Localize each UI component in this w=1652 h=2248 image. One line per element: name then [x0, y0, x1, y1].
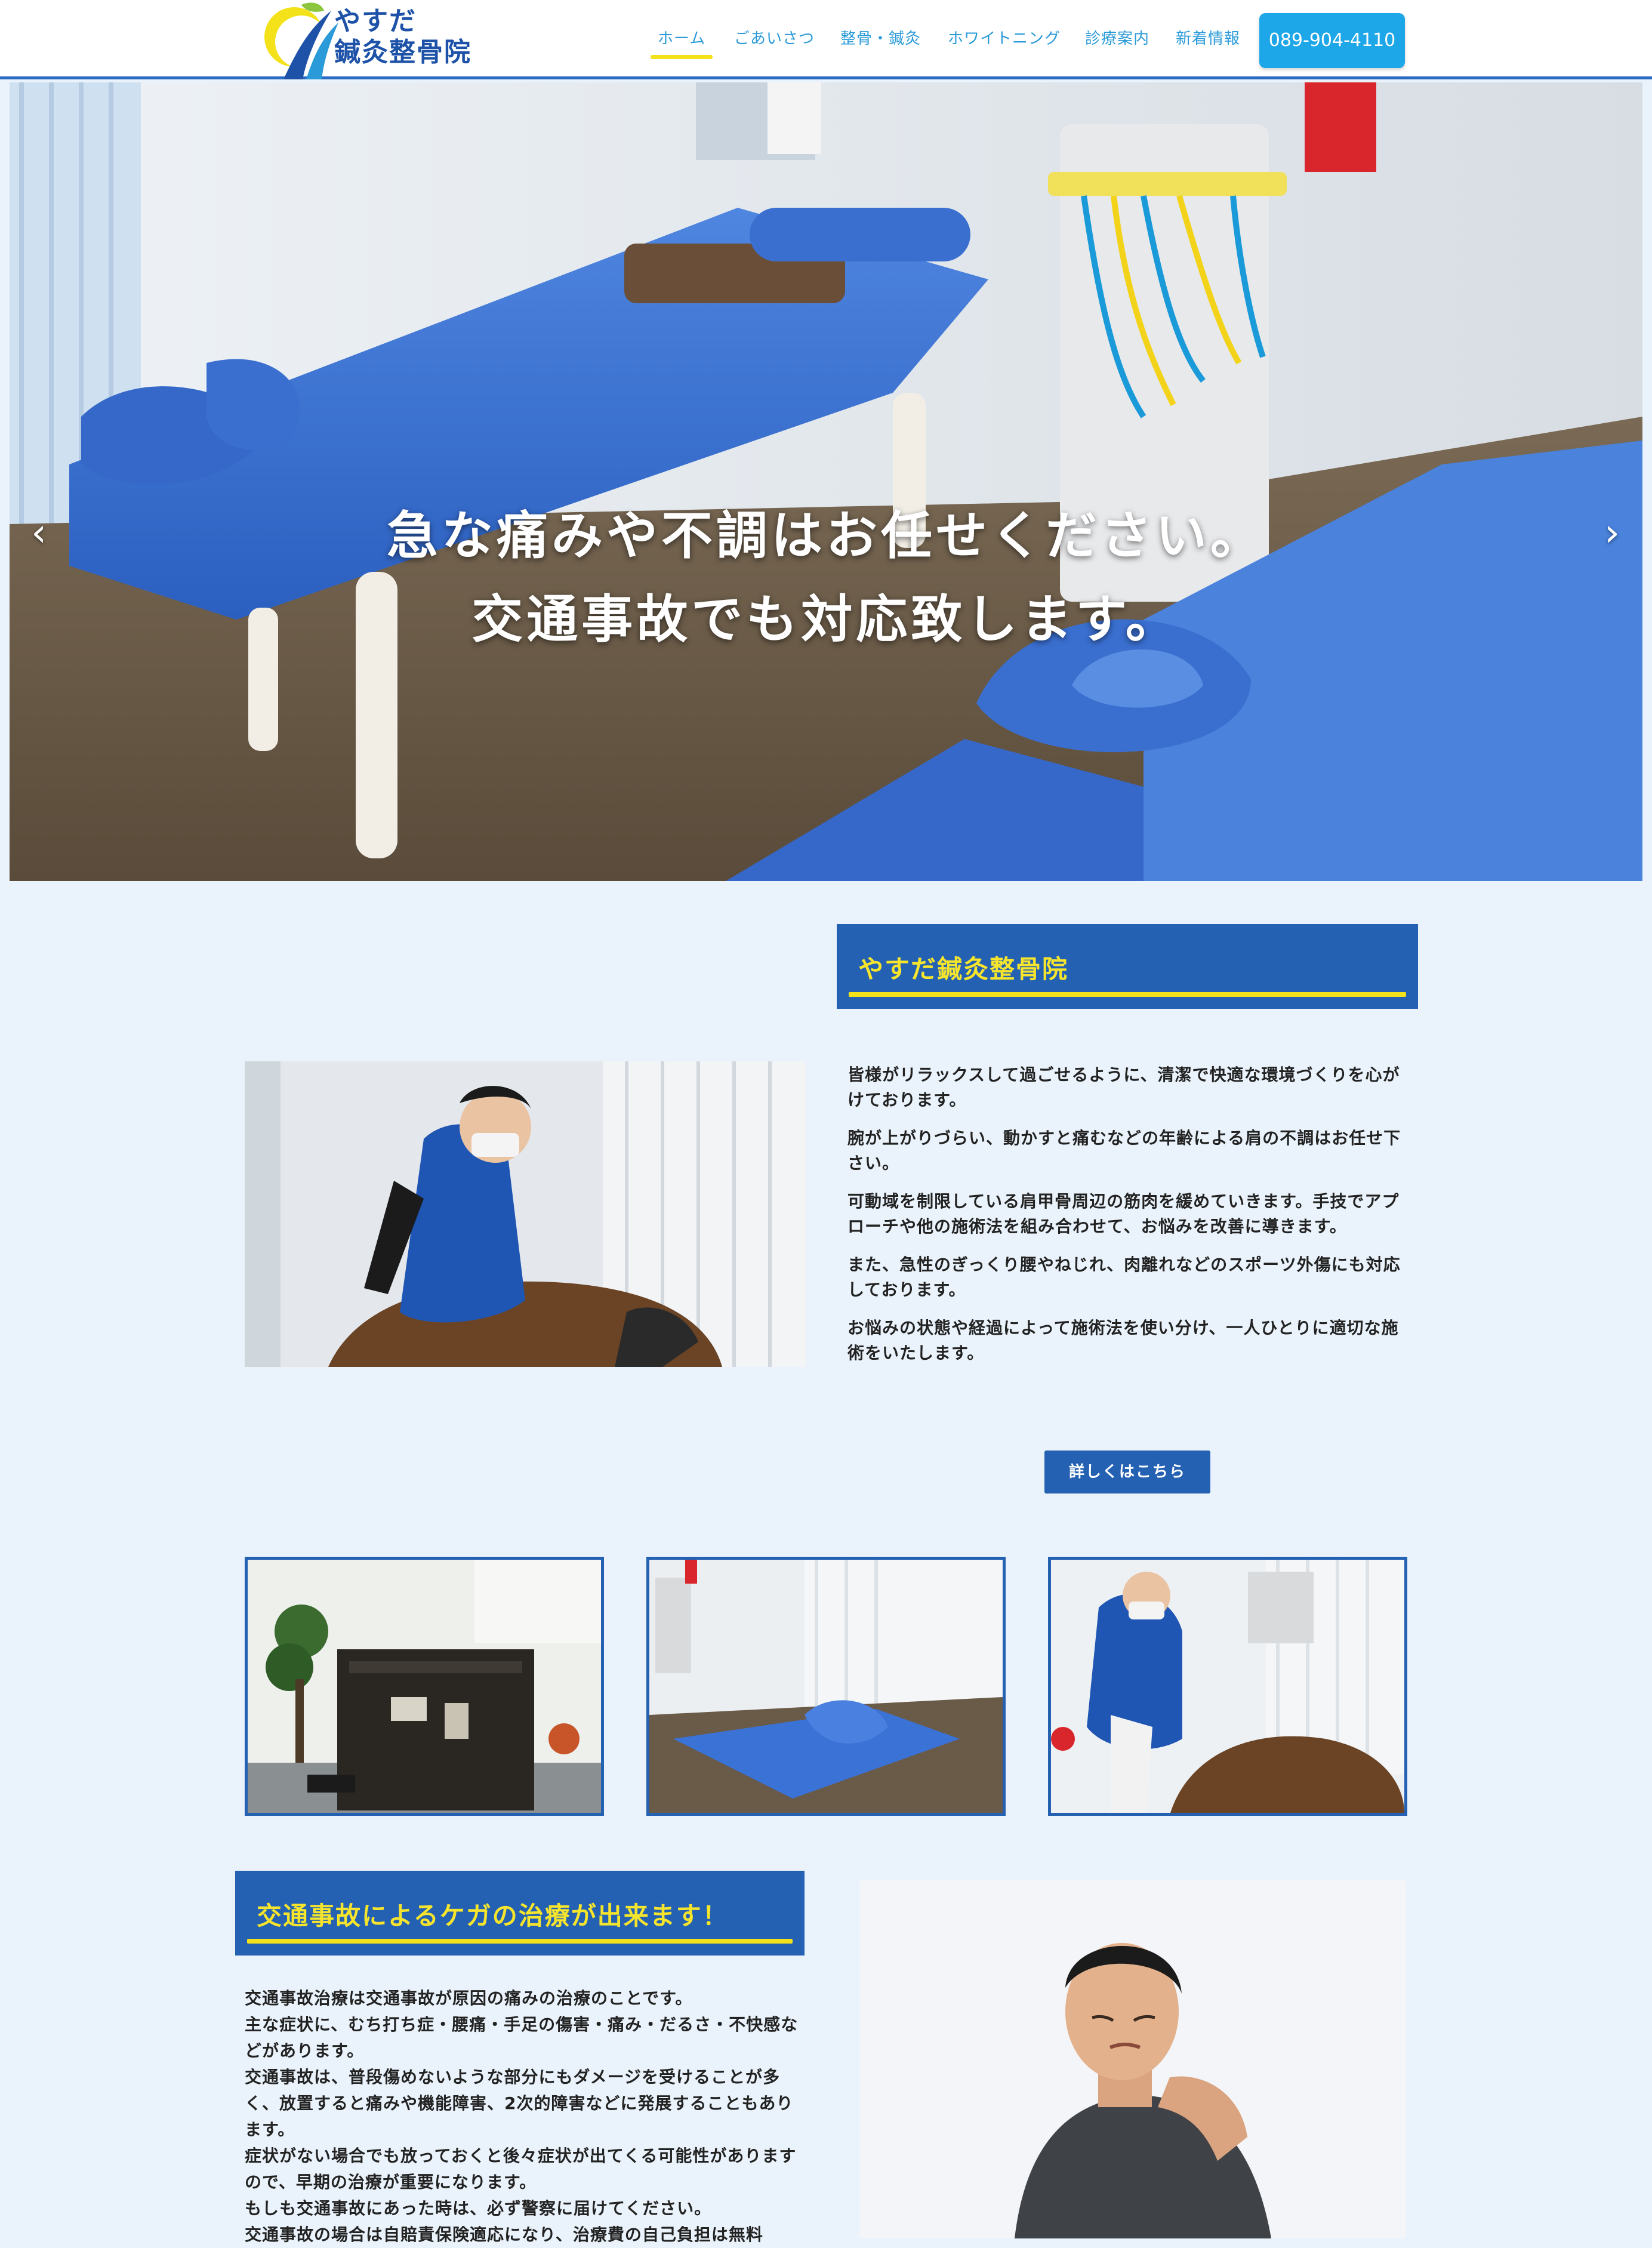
title-underline — [247, 1939, 793, 1944]
hero-caption-line1: 急な痛みや不調はお任せください。 — [387, 506, 1265, 566]
accident-title: 交通事故によるケガの治療が出来ます！ — [257, 1901, 729, 1930]
intro-paragraph: 皆様がリラックスして過ごせるように、清潔で快適な環境づくりを心がけております。 — [847, 1065, 1400, 1110]
nav-home[interactable]: ホーム — [650, 26, 713, 59]
accident-title-box: 交通事故によるケガの治療が出来ます！ — [235, 1871, 805, 1956]
accident-line: もしも交通事故にあった時は、必ず警察に届けてください。 — [245, 2198, 712, 2218]
chevron-right-icon[interactable]: › — [1597, 509, 1627, 557]
gallery-practitioner-photo[interactable] — [1048, 1557, 1407, 1816]
intro-title: やすだ鍼灸整骨院 — [858, 954, 1069, 984]
intro-title-box: やすだ鍼灸整骨院 — [837, 924, 1418, 1009]
logo-text[interactable]: やすだ 鍼灸整骨院 — [334, 6, 471, 68]
hero-caption-line2: 交通事故でも対応致します。 — [471, 590, 1181, 649]
gallery-reception-photo[interactable] — [245, 1557, 604, 1816]
logo-line1: やすだ — [334, 6, 417, 36]
hero-treatment-room-image — [10, 82, 1642, 881]
intro-treatment-photo — [245, 1061, 806, 1367]
nav-clinic-info[interactable]: 診療案内 — [1085, 26, 1149, 48]
gallery-treatment-bed-photo[interactable] — [646, 1557, 1006, 1816]
nav-greeting[interactable]: ごあいさつ — [734, 26, 815, 48]
phone-button[interactable]: 089-904-4110 — [1259, 13, 1405, 68]
accident-line: 交通事故は、普段傷めないような部分にもダメージを受けることが多く、放置すると痛み… — [245, 2067, 794, 2139]
title-underline — [849, 992, 1406, 997]
intro-paragraph: お悩みの状態や経過によって施術法を使い分け、一人ひとりに適切な施術をいたします。 — [847, 1318, 1399, 1363]
accident-line: 交通事故の場合は自賠責保険適応になり、治療費の自己負担は無料 — [245, 2225, 763, 2244]
chevron-left-icon[interactable]: ‹ — [24, 509, 54, 557]
intro-paragraph: 腕が上がりづらい、動かすと痛むなどの年齢による肩の不調はお任せ下さい。 — [847, 1128, 1401, 1173]
intro-text: 皆様がリラックスして過ごせるように、清潔で快適な環境づくりを心がけております。 … — [847, 1063, 1408, 1379]
site-header: やすだ 鍼灸整骨院 ホーム ごあいさつ 整骨・鍼灸 ホワイトニング 診療案内 新… — [0, 0, 1652, 79]
intro-paragraph: また、急性のぎっくり腰やねじれ、肉離れなどのスポーツ外傷にも対応しております。 — [847, 1255, 1401, 1299]
nav-seikotsu-shinkyu[interactable]: 整骨・鍼灸 — [840, 26, 921, 48]
intro-paragraph: 可動域を制限している肩甲骨周辺の筋肉を緩めていきます。手技でアプローチや他の施術… — [847, 1191, 1400, 1236]
hero-slider: 急な痛みや不調はお任せください。 交通事故でも対応致します。 ‹ › — [10, 82, 1642, 881]
nav-news[interactable]: 新着情報 — [1176, 26, 1240, 48]
accident-line: 症状がない場合でも放っておくと後々症状が出てくる可能性がありますので、早期の治療… — [245, 2146, 797, 2192]
accident-line: 主な症状に、むち打ち症・腰痛・手足の傷害・痛み・だるさ・不快感などがあります。 — [245, 2015, 799, 2061]
logo-line2: 鍼灸整骨院 — [334, 37, 471, 67]
logo-mark-icon — [264, 2, 338, 79]
hero-caption: 急な痛みや不調はお任せください。 交通事故でも対応致します。 — [10, 494, 1642, 661]
nav-whitening[interactable]: ホワイトニング — [948, 26, 1061, 48]
details-button[interactable]: 詳しくはこちら — [1044, 1451, 1210, 1493]
accident-text: 交通事故治療は交通事故が原因の痛みの治療のことです。 主な症状に、むち打ち症・腰… — [245, 1985, 800, 2248]
accident-line: 交通事故治療は交通事故が原因の痛みの治療のことです。 — [245, 1988, 693, 2008]
neck-pain-man-photo — [859, 1880, 1406, 2238]
